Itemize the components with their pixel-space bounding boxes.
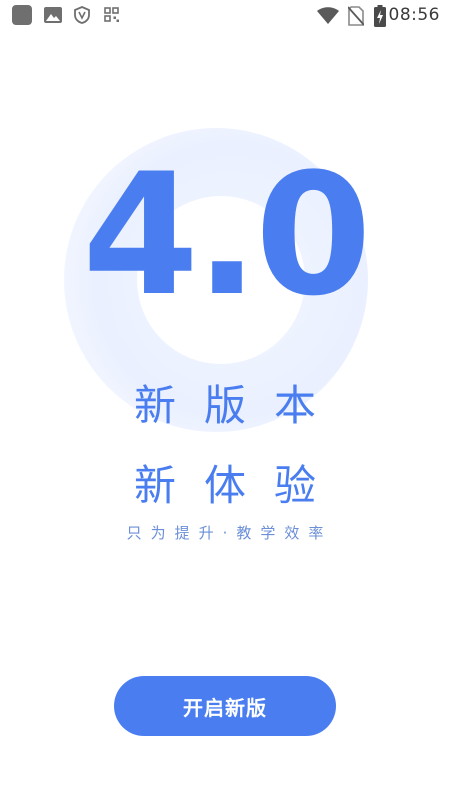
shield-icon bbox=[74, 6, 90, 24]
no-sim-icon bbox=[348, 6, 364, 26]
wifi-icon bbox=[317, 7, 339, 24]
status-clock: 08:56 bbox=[388, 5, 440, 25]
headline-new-version: 新版本 bbox=[133, 381, 344, 430]
start-new-version-button[interactable]: 开启新版 bbox=[114, 676, 336, 736]
headline-new-experience: 新体验 bbox=[133, 461, 344, 510]
image-icon bbox=[44, 7, 62, 23]
app-square-icon bbox=[12, 5, 32, 25]
status-bar: 08:56 bbox=[0, 0, 450, 34]
tagline: 只为提升·教学效率 bbox=[126, 524, 333, 542]
grid-icon bbox=[104, 7, 119, 22]
battery-charging-icon bbox=[374, 5, 386, 27]
version-number: 4.0 bbox=[82, 137, 372, 333]
